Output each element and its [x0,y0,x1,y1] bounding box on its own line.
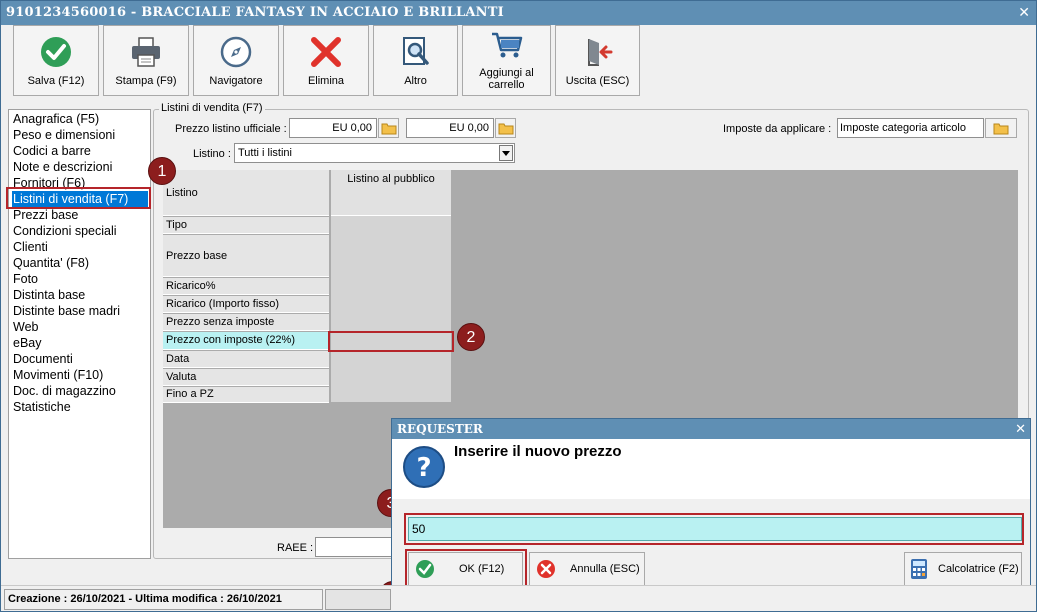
imposte-lookup-button[interactable] [985,118,1017,138]
add-to-cart-label-line1: Aggiungi al [479,67,534,79]
callout-box-sidebar [6,187,151,209]
sidebar-item-codici-barre[interactable]: Codici a barre [13,143,91,159]
title-bar: 9101234560016 - BRACCIALE FANTASY IN ACC… [1,1,1036,25]
other-button[interactable]: Altro [373,25,458,96]
sidebar-item-distinte-base-madri[interactable]: Distinte base madri [13,303,120,319]
prezzo-listino-lookup-button-1[interactable] [378,118,399,138]
sidebar-item-foto[interactable]: Foto [13,271,38,287]
raee-label: RAEE : [277,542,314,554]
save-button[interactable]: Salva (F12) [13,25,99,96]
sidebar-item-clienti[interactable]: Clienti [13,239,48,255]
grid-row-header-prezzo-senza-imposte: Prezzo senza imposte [163,314,329,331]
sidebar-item-ebay[interactable]: eBay [13,335,42,351]
window-title: 9101234560016 - BRACCIALE FANTASY IN ACC… [6,5,504,20]
prezzo-listino-field-1[interactable]: EU 0,00 [289,118,377,138]
calculator-button[interactable]: Calcolatrice (F2) [904,552,1022,586]
cancel-button[interactable]: Annulla (ESC) [529,552,645,586]
sidebar-item-distinta-base[interactable]: Distinta base [13,287,85,303]
grid-row-header-valuta: Valuta [163,369,329,386]
dialog-body: ? Inserire il nuovo prezzo [392,439,1030,499]
exit-button-label: Uscita (ESC) [565,75,630,87]
sidebar-item-web[interactable]: Web [13,319,38,335]
other-button-label: Altro [404,75,427,87]
magnifier-document-icon [402,37,429,65]
folder-icon [381,123,397,135]
sidebar-item-note-descrizioni[interactable]: Note e descrizioni [13,159,112,175]
printer-icon [132,37,160,67]
svg-text:?: ? [416,453,431,483]
grid-row-header-ricarico-fisso: Ricarico (Importo fisso) [163,296,329,313]
callout-badge-2: 2 [457,323,485,351]
main-window: 9101234560016 - BRACCIALE FANTASY IN ACC… [0,0,1037,612]
callout-badge-1: 1 [148,157,176,185]
grid-column-header: Listino al pubblico [331,170,451,216]
add-to-cart-label-line2: carrello [488,79,525,91]
add-to-cart-button-label: Aggiungi al carrello [463,67,550,91]
navigator-button[interactable]: Navigatore [193,25,279,96]
listino-label: Listino : [193,148,231,160]
prezzo-listino-field-2[interactable]: EU 0,00 [406,118,494,138]
status-bar: Creazione : 26/10/2021 - Ultima modifica… [1,585,1036,611]
grid-row-header-prezzo-base: Prezzo base [163,235,329,277]
sidebar-item-movimenti[interactable]: Movimenti (F10) [13,367,103,383]
grid-row-header-tipo: Tipo [163,217,329,234]
save-button-label: Salva (F12) [27,75,85,87]
grid-row-header-data: Data [163,351,329,368]
sidebar-item-doc-magazzino[interactable]: Doc. di magazzino [13,383,116,399]
sidebar-item-condizioni-speciali[interactable]: Condizioni speciali [13,223,117,239]
grid-row-header-ricarico-perc: Ricarico% [163,278,329,295]
status-dates: Creazione : 26/10/2021 - Ultima modifica… [4,589,323,610]
callout-box-input [404,513,1024,545]
dialog-title: REQUESTER [392,419,1030,439]
sidebar-item-quantita[interactable]: Quantita' (F8) [13,255,89,271]
listini-group-title: Listini di vendita (F7) [159,102,265,114]
section-list: Anagrafica (F5) Peso e dimensioni Codici… [8,109,151,559]
toolbar: Salva (F12) Stampa (F9) Navigatore Elimi… [1,25,1036,101]
requester-dialog: REQUESTER ✕ ? Inserire il nuovo prezzo 5… [391,418,1031,609]
imposte-field[interactable]: Imposte categoria articolo [837,118,984,138]
folder-icon [993,123,1009,135]
prezzo-listino-lookup-button-2[interactable] [495,118,516,138]
sidebar-item-prezzi-base[interactable]: Prezzi base [13,207,78,223]
prezzo-listino-label: Prezzo listino ufficiale : [175,123,287,135]
sidebar-item-peso-dimensioni[interactable]: Peso e dimensioni [13,127,115,143]
cancel-icon [537,560,555,578]
exit-door-icon [587,39,612,66]
shopping-cart-icon [491,32,522,58]
listino-select-value: Tutti i listini [238,147,292,159]
print-button[interactable]: Stampa (F9) [103,25,189,96]
status-segment [325,589,391,610]
dropdown-arrow-icon[interactable] [499,145,513,161]
grid-row-header-fino-a-pz: Fino a PZ [163,387,329,403]
sidebar-item-documenti[interactable]: Documenti [13,351,73,367]
dialog-prompt: Inserire il nuovo prezzo [454,443,622,460]
red-x-icon [311,37,341,67]
check-circle-icon [41,37,71,67]
delete-button-label: Elimina [307,75,345,87]
listino-select[interactable]: Tutti i listini [234,143,515,163]
navigator-button-label: Navigatore [209,75,263,87]
sidebar-item-anagrafica[interactable]: Anagrafica (F5) [13,111,99,127]
callout-box-ok [405,549,527,589]
print-button-label: Stampa (F9) [115,75,177,87]
sidebar-item-statistiche[interactable]: Statistiche [13,399,71,415]
calculator-button-label: Calcolatrice (F2) [938,563,1019,575]
raee-field[interactable] [315,537,395,557]
delete-button[interactable]: Elimina [283,25,369,96]
folder-icon [498,123,514,135]
exit-button[interactable]: Uscita (ESC) [555,25,640,96]
cancel-button-label: Annulla (ESC) [570,563,640,575]
callout-box-price-cell[interactable] [328,331,454,352]
imposte-label: Imposte da applicare : [723,123,832,135]
question-icon: ? [403,446,445,488]
compass-icon [220,36,252,68]
window-close-icon[interactable]: ✕ [1018,4,1030,21]
grid-row-header-listino: Listino [163,170,329,216]
grid-row-header-prezzo-con-imposte: Prezzo con imposte (22%) [163,332,329,350]
calculator-icon [911,559,927,579]
add-to-cart-button[interactable]: Aggiungi al carrello [462,25,551,96]
dialog-close-icon[interactable]: ✕ [1015,421,1026,437]
